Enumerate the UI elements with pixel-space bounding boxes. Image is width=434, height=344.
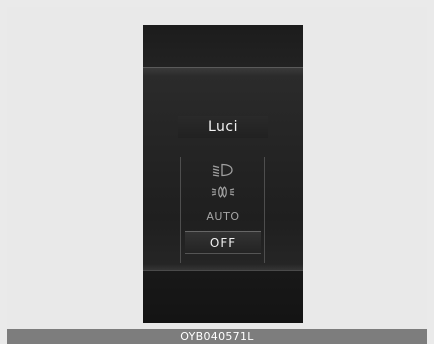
option-auto[interactable]: AUTO: [185, 205, 261, 227]
option-auto-label: AUTO: [206, 209, 240, 223]
menu-title: Luci: [178, 116, 268, 138]
display-top-panel: [143, 25, 303, 67]
position-light-icon: [211, 185, 235, 199]
cluster-display: Luci AUTO OFF: [143, 25, 303, 323]
display-bottom-panel: [143, 271, 303, 323]
option-position-lights[interactable]: [185, 181, 261, 203]
low-beam-headlight-icon: [212, 163, 234, 177]
option-off-label: OFF: [209, 235, 237, 250]
figure-caption: OYB040571L: [7, 329, 427, 344]
option-low-beam[interactable]: [185, 159, 261, 181]
lights-option-list: AUTO OFF: [180, 157, 265, 263]
option-off-selected[interactable]: OFF: [185, 231, 261, 254]
